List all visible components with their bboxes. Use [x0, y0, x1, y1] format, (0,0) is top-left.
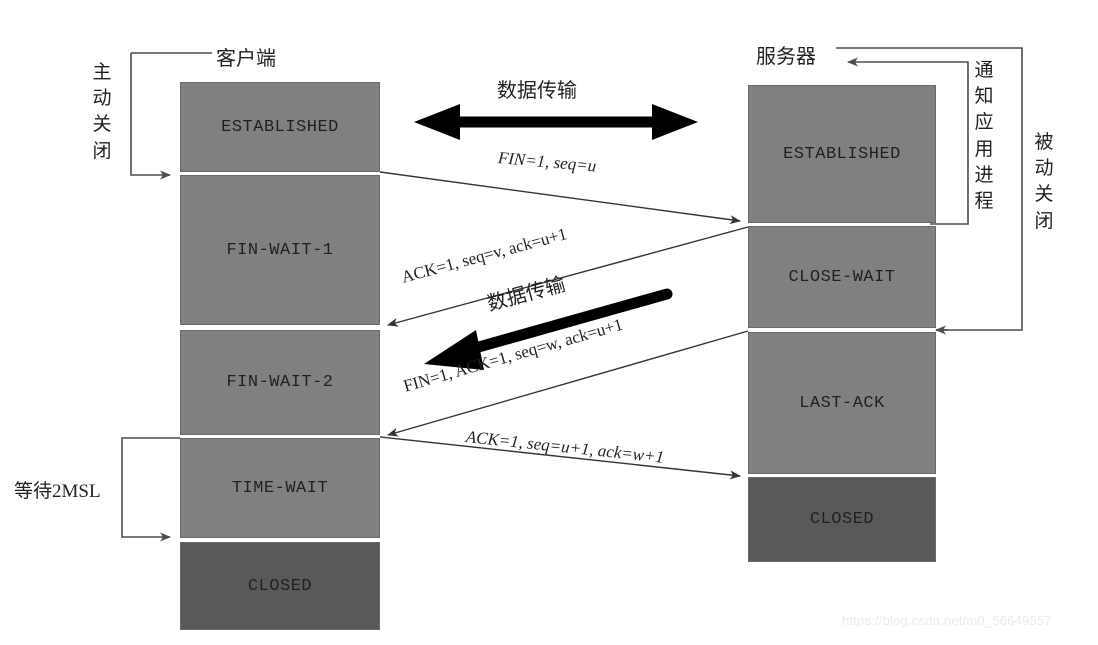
data-transfer-label-top: 数据传输 — [497, 80, 577, 102]
data-transfer-arrow-bidirectional — [414, 104, 698, 140]
client-title: 客户端 — [216, 48, 276, 70]
active-close-bracket — [130, 53, 171, 180]
message-arrow-fin1 — [379, 171, 741, 225]
active-close-annotation: 主动关闭 — [92, 62, 112, 162]
notify-app-process-annotation: 通知应用进程 — [974, 60, 994, 213]
tcp-termination-diagram: ESTABLISHED FIN-WAIT-1 FIN-WAIT-2 TIME-W… — [0, 0, 1098, 645]
notify-app-process-bracket — [847, 57, 969, 225]
wait-2msl-annotation: 等待2MSL — [14, 481, 101, 502]
passive-close-annotation: 被动关闭 — [1034, 132, 1054, 232]
server-title: 服务器 — [756, 46, 816, 68]
wait-2msl-bracket — [121, 437, 180, 542]
watermark: https://blog.csdn.net/m0_56649557 — [842, 613, 1052, 628]
